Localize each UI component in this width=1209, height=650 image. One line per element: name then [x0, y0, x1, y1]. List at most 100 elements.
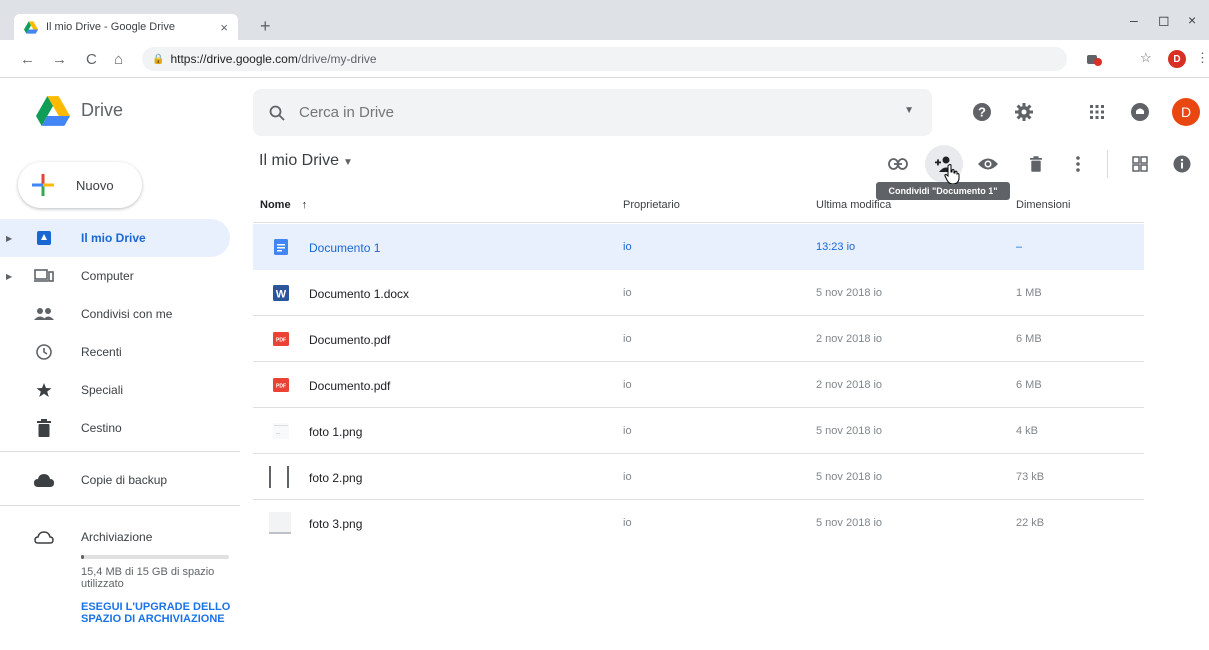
get-link-icon[interactable] [886, 152, 910, 176]
storage-usage-text: 15,4 MB di 15 GB di spazio utilizzato [81, 566, 215, 590]
file-row[interactable]: Documento 1 io 13:23 io – [253, 224, 1144, 270]
grid-view-icon[interactable] [1128, 152, 1152, 176]
notifications-icon[interactable] [1128, 100, 1152, 124]
svg-text:PDF: PDF [276, 338, 286, 344]
pdf-file-icon: PDF [273, 332, 289, 346]
home-button[interactable]: ⌂ [114, 51, 123, 68]
account-avatar[interactable]: D [1172, 98, 1200, 126]
file-size: 1 MB [1016, 287, 1042, 299]
sidebar-item-label: Condivisi con me [81, 307, 173, 321]
file-row[interactable]: foto 3.png io 5 nov 2018 io 22 kB [253, 500, 1144, 546]
sidebar-item-label: Speciali [81, 383, 124, 397]
breadcrumb[interactable]: Il mio Drive ▼ [259, 152, 353, 170]
word-file-icon: W [273, 285, 289, 301]
sidebar-divider [0, 451, 240, 452]
column-header-name[interactable]: Nome ↑ [260, 199, 307, 211]
details-info-icon[interactable] [1170, 152, 1194, 176]
file-owner: io [623, 425, 632, 437]
sidebar-item-label: Cestino [81, 421, 122, 435]
sidebar-item-starred[interactable]: Speciali [0, 371, 230, 409]
expand-arrow-icon[interactable]: ▶ [6, 272, 12, 281]
file-owner: io [623, 333, 632, 345]
tab-title: Il mio Drive - Google Drive [46, 21, 175, 33]
search-input[interactable] [299, 104, 859, 121]
sidebar-item-label: Archiviazione [81, 530, 153, 544]
search-options-icon[interactable]: ▼ [904, 105, 914, 116]
maximize-button[interactable]: ◻ [1158, 12, 1170, 29]
new-button[interactable]: Nuovo [18, 162, 142, 208]
sidebar-item-storage[interactable]: Archiviazione [0, 518, 230, 556]
settings-gear-icon[interactable] [1012, 100, 1036, 124]
sidebar-divider [0, 505, 240, 506]
svg-text:?: ? [978, 105, 986, 120]
pdf-file-icon: PDF [273, 378, 289, 392]
file-owner: io [623, 517, 632, 529]
back-button[interactable]: ← [20, 51, 35, 68]
file-row[interactable]: W Documento 1.docx io 5 nov 2018 io 1 MB [253, 270, 1144, 316]
apps-grid-icon[interactable] [1085, 100, 1109, 124]
browser-menu-icon[interactable]: ⋮ [1196, 50, 1209, 66]
reload-button[interactable]: C [86, 51, 97, 68]
close-window-button[interactable]: × [1188, 12, 1196, 28]
sidebar-item-my-drive[interactable]: ▶ Il mio Drive [0, 219, 230, 257]
file-modified: 5 nov 2018 io [816, 471, 883, 483]
file-row[interactable]: foto 1.png io 5 nov 2018 io 4 kB [253, 408, 1144, 454]
image-thumbnail-icon [269, 466, 291, 488]
column-header-size[interactable]: Dimensioni [1016, 199, 1070, 211]
file-row[interactable]: foto 2.png io 5 nov 2018 io 73 kB [253, 454, 1144, 500]
file-owner: io [623, 379, 632, 391]
file-name: Documento.pdf [309, 333, 391, 347]
search-icon[interactable] [269, 105, 285, 121]
my-drive-icon [32, 228, 56, 248]
plus-icon [32, 174, 54, 196]
file-name: Documento.pdf [309, 379, 391, 393]
bookmark-star-icon[interactable]: ☆ [1140, 50, 1152, 66]
file-row[interactable]: PDF Documento.pdf io 2 nov 2018 io 6 MB [253, 316, 1144, 362]
search-box[interactable]: ▼ [253, 89, 932, 136]
sidebar-item-recent[interactable]: Recenti [0, 333, 230, 371]
browser-profile-avatar[interactable]: D [1168, 50, 1186, 68]
file-name: foto 2.png [309, 471, 363, 485]
shared-icon [32, 304, 56, 324]
breadcrumb-label: Il mio Drive [259, 152, 340, 169]
header-divider [253, 222, 1144, 223]
extension-icon[interactable] [1086, 51, 1102, 67]
more-options-icon[interactable] [1066, 152, 1090, 176]
sidebar-item-backups[interactable]: Copie di backup [0, 461, 230, 499]
column-header-modified[interactable]: Ultima modifica [816, 199, 891, 211]
app-name[interactable]: Drive [81, 100, 123, 121]
drive-logo-icon[interactable] [36, 96, 70, 126]
svg-text:PDF: PDF [276, 384, 286, 390]
sidebar-item-label: Il mio Drive [81, 231, 146, 245]
help-icon[interactable]: ? [970, 100, 994, 124]
browser-tabstrip: Il mio Drive - Google Drive × + – ◻ × [0, 0, 1209, 40]
file-owner: io [623, 287, 632, 299]
share-tooltip: Condividi "Documento 1" [876, 182, 1010, 200]
file-modified: 2 nov 2018 io [816, 333, 883, 345]
file-size: 22 kB [1016, 517, 1045, 529]
file-modified: 5 nov 2018 io [816, 287, 883, 299]
upgrade-storage-link[interactable]: ESEGUI L'UPGRADE DELLO SPAZIO DI ARCHIVI… [81, 601, 233, 625]
preview-eye-icon[interactable] [976, 152, 1000, 176]
sidebar-item-computer[interactable]: ▶ Computer [0, 257, 230, 295]
svg-text:W: W [276, 289, 287, 301]
file-owner: io [623, 241, 632, 253]
breadcrumb-dropdown-icon[interactable]: ▼ [343, 157, 353, 168]
delete-trash-icon[interactable] [1024, 152, 1048, 176]
cloud-icon [32, 470, 56, 490]
forward-button[interactable]: → [52, 51, 67, 68]
expand-arrow-icon[interactable]: ▶ [6, 234, 12, 243]
sidebar-item-trash[interactable]: Cestino [0, 409, 230, 447]
browser-tab[interactable]: Il mio Drive - Google Drive × [14, 14, 238, 40]
tab-close-icon[interactable]: × [220, 20, 228, 35]
drive-favicon-icon [24, 20, 38, 34]
sort-arrow-icon[interactable]: ↑ [302, 199, 308, 211]
file-name: foto 3.png [309, 517, 363, 531]
file-row[interactable]: PDF Documento.pdf io 2 nov 2018 io 6 MB [253, 362, 1144, 408]
address-bar[interactable]: 🔒 https://drive.google.com/drive/my-driv… [142, 47, 1067, 71]
new-tab-button[interactable]: + [260, 16, 271, 37]
column-header-owner[interactable]: Proprietario [623, 199, 680, 211]
sidebar-item-shared[interactable]: Condivisi con me [0, 295, 230, 333]
minimize-button[interactable]: – [1130, 12, 1138, 28]
image-thumbnail-icon [273, 423, 289, 439]
